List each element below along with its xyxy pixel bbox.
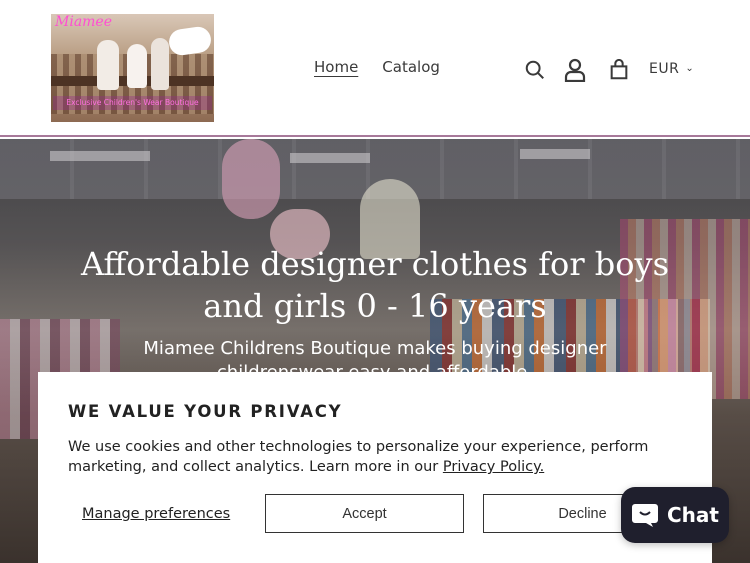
header-icons bbox=[522, 55, 632, 85]
cookie-consent-banner: WE VALUE YOUR PRIVACY We use cookies and… bbox=[38, 372, 712, 563]
chevron-down-icon: ⌄ bbox=[685, 62, 695, 74]
nav-link-home[interactable]: Home bbox=[314, 58, 358, 76]
logo-heart-shape bbox=[167, 25, 213, 57]
hero-ceiling-light bbox=[290, 153, 370, 163]
cookie-actions: Manage preferences Accept Decline bbox=[68, 494, 698, 534]
search-icon[interactable] bbox=[522, 57, 548, 83]
currency-value: EUR bbox=[649, 61, 680, 77]
logo-child-figure bbox=[97, 40, 119, 90]
currency-selector[interactable]: EUR ⌄ bbox=[649, 61, 694, 77]
nav-link-catalog[interactable]: Catalog bbox=[382, 58, 440, 76]
store-logo[interactable]: Miamee Exclusive Children's Wear Boutiqu… bbox=[51, 14, 214, 122]
cookie-title: WE VALUE YOUR PRIVACY bbox=[68, 402, 343, 421]
main-nav: Home Catalog bbox=[314, 58, 440, 76]
chat-button[interactable]: Chat bbox=[621, 487, 729, 543]
logo-child-figure bbox=[127, 44, 147, 88]
chat-label: Chat bbox=[667, 503, 719, 527]
manage-preferences-button[interactable]: Manage preferences bbox=[82, 506, 230, 522]
hero-ceiling-light bbox=[520, 149, 590, 159]
logo-tagline: Exclusive Children's Wear Boutique bbox=[53, 96, 212, 110]
account-icon[interactable] bbox=[562, 57, 588, 83]
hero-teddy-display bbox=[222, 139, 280, 219]
cookie-message-text: We use cookies and other technologies to… bbox=[68, 439, 649, 475]
logo-child-figure bbox=[151, 38, 169, 90]
site-header: Miamee Exclusive Children's Wear Boutiqu… bbox=[0, 0, 750, 137]
logo-brand-text: Miamee bbox=[55, 14, 113, 30]
chat-bubble-icon bbox=[632, 504, 658, 527]
cart-icon[interactable] bbox=[606, 57, 632, 83]
privacy-policy-link[interactable]: Privacy Policy. bbox=[443, 459, 544, 475]
accept-button[interactable]: Accept bbox=[265, 494, 464, 533]
hero-ceiling-light bbox=[50, 151, 150, 161]
cookie-message: We use cookies and other technologies to… bbox=[68, 437, 683, 477]
hero-heading: Affordable designer clothes for boys and… bbox=[80, 245, 670, 325]
